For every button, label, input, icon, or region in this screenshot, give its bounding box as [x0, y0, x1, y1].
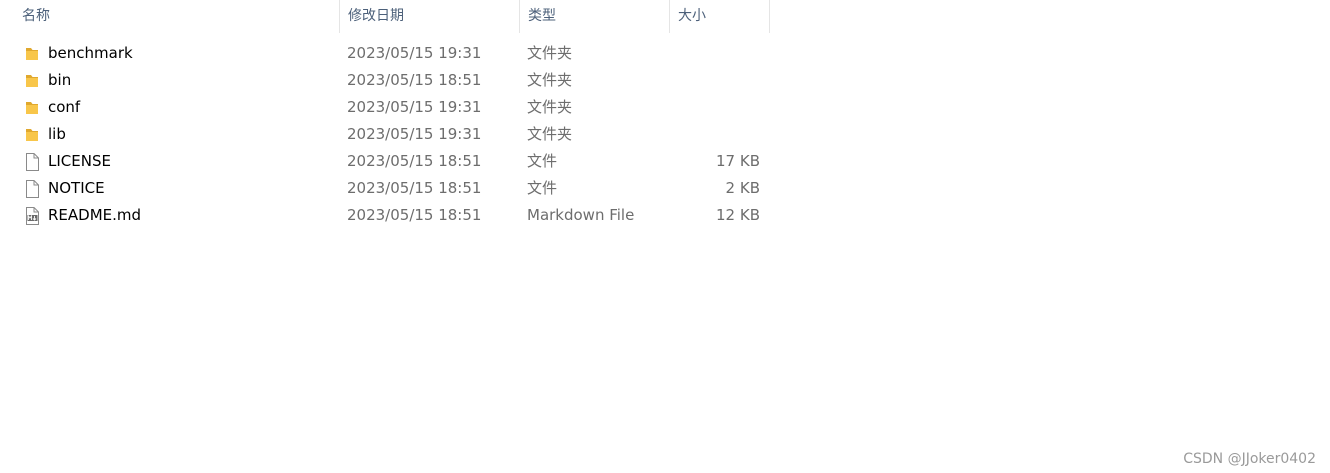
folder-icon [26, 129, 38, 141]
file-name: benchmark [48, 44, 133, 62]
file-type: 文件夹 [527, 71, 573, 89]
file-date: 2023/05/15 18:51 [347, 152, 482, 170]
file-row-benchmark[interactable]: benchmark 2023/05/15 19:31 文件夹 [0, 40, 1330, 67]
file-list: benchmark 2023/05/15 19:31 文件夹 bin 2023/… [0, 40, 1330, 229]
file-name: NOTICE [48, 179, 105, 197]
file-row-notice[interactable]: NOTICE 2023/05/15 18:51 文件 2 KB [0, 175, 1330, 202]
column-header-type[interactable]: 类型 [520, 0, 670, 33]
file-date: 2023/05/15 18:51 [347, 179, 482, 197]
file-row-conf[interactable]: conf 2023/05/15 19:31 文件夹 [0, 94, 1330, 121]
column-header-size[interactable]: 大小 [670, 0, 770, 33]
file-name: README.md [48, 206, 142, 224]
column-header-name-label: 名称 [22, 8, 50, 24]
column-header-type-label: 类型 [528, 8, 556, 24]
folder-icon [26, 48, 38, 60]
column-header-row: 名称 ^ 修改日期 类型 大小 [0, 0, 1330, 33]
file-name: lib [48, 125, 66, 143]
file-type: Markdown File [527, 206, 635, 224]
file-row-readme[interactable]: README.md 2023/05/15 18:51 Markdown File… [0, 202, 1330, 229]
file-name: conf [48, 98, 81, 116]
file-icon [26, 153, 39, 171]
file-name: LICENSE [48, 152, 111, 170]
folder-icon [26, 102, 38, 114]
file-row-lib[interactable]: lib 2023/05/15 19:31 文件夹 [0, 121, 1330, 148]
file-size: 12 KB [716, 206, 760, 224]
file-explorer-details-view: 名称 ^ 修改日期 类型 大小 benchmark 2023/05/15 19:… [0, 0, 1330, 473]
file-icon [26, 180, 39, 198]
file-date: 2023/05/15 18:51 [347, 206, 482, 224]
chevron-up-icon: ^ [167, 0, 183, 8]
column-header-date-label: 修改日期 [348, 8, 404, 24]
file-date: 2023/05/15 19:31 [347, 98, 482, 116]
file-row-license[interactable]: LICENSE 2023/05/15 18:51 文件 17 KB [0, 148, 1330, 175]
file-size: 17 KB [716, 152, 760, 170]
file-type: 文件夹 [527, 125, 573, 143]
file-type: 文件 [527, 152, 558, 170]
file-date: 2023/05/15 19:31 [347, 44, 482, 62]
markdown-file-icon [26, 207, 39, 225]
file-size: 2 KB [725, 179, 760, 197]
file-row-bin[interactable]: bin 2023/05/15 18:51 文件夹 [0, 67, 1330, 94]
file-type: 文件夹 [527, 44, 573, 62]
file-name: bin [48, 71, 72, 89]
column-header-size-label: 大小 [678, 8, 706, 24]
file-date: 2023/05/15 19:31 [347, 125, 482, 143]
watermark: CSDN @JJoker0402 [1183, 451, 1316, 467]
column-header-date[interactable]: 修改日期 [340, 0, 520, 33]
column-divider[interactable] [769, 0, 770, 33]
folder-icon [26, 75, 38, 87]
file-type: 文件夹 [527, 98, 573, 116]
file-date: 2023/05/15 18:51 [347, 71, 482, 89]
file-type: 文件 [527, 179, 558, 197]
